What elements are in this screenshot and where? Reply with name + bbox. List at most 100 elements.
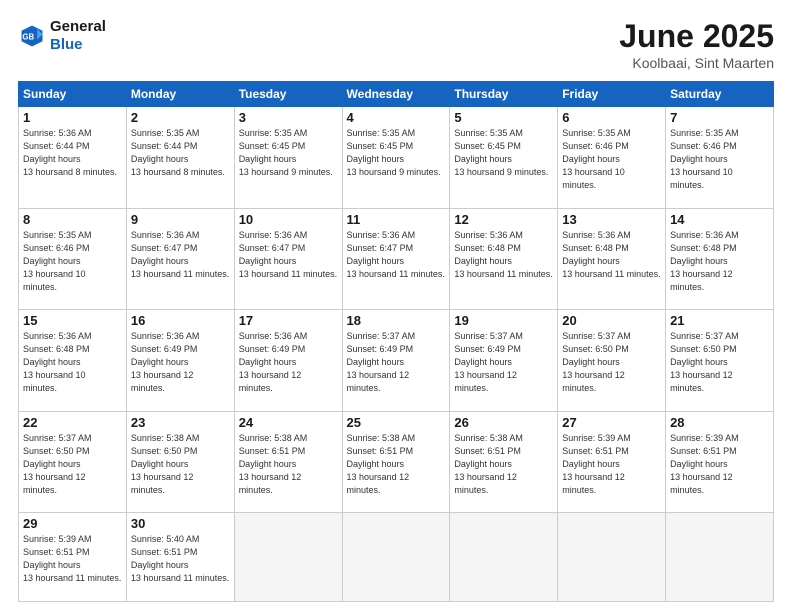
day-number: 6 [562,110,661,125]
day-info: Sunrise: 5:39 AMSunset: 6:51 PMDaylight … [23,533,122,585]
day-number: 3 [239,110,338,125]
day-number: 7 [670,110,769,125]
col-thursday: Thursday [450,82,558,107]
day-info: Sunrise: 5:38 AMSunset: 6:51 PMDaylight … [454,432,553,497]
table-row: 10Sunrise: 5:36 AMSunset: 6:47 PMDayligh… [234,208,342,310]
day-number: 5 [454,110,553,125]
month-title: June 2025 [619,18,774,55]
logo: GB General Blue [18,18,106,54]
day-info: Sunrise: 5:38 AMSunset: 6:51 PMDaylight … [347,432,446,497]
table-row [450,513,558,602]
page: GB General Blue June 2025 Koolbaai, Sint… [0,0,792,612]
calendar-header-row: Sunday Monday Tuesday Wednesday Thursday… [19,82,774,107]
day-number: 9 [131,212,230,227]
day-number: 27 [562,415,661,430]
day-info: Sunrise: 5:37 AMSunset: 6:49 PMDaylight … [454,330,553,395]
day-info: Sunrise: 5:36 AMSunset: 6:48 PMDaylight … [562,229,661,281]
table-row: 3 Sunrise: 5:35 AMSunset: 6:45 PMDaylight… [234,107,342,209]
day-info: Sunrise: 5:35 AMSunset: 6:45 PMDaylight … [347,127,446,179]
day-number: 17 [239,313,338,328]
col-wednesday: Wednesday [342,82,450,107]
day-info: Sunrise: 5:35 AMSunset: 6:45 PMDaylight … [239,127,338,179]
day-number: 25 [347,415,446,430]
day-info: Sunrise: 5:37 AMSunset: 6:49 PMDaylight … [347,330,446,395]
table-row [558,513,666,602]
day-number: 16 [131,313,230,328]
day-info: Sunrise: 5:36 AMSunset: 6:49 PMDaylight … [131,330,230,395]
day-info: Sunrise: 5:36 AMSunset: 6:47 PMDaylight … [347,229,446,281]
day-number: 15 [23,313,122,328]
calendar-week-row: 15Sunrise: 5:36 AMSunset: 6:48 PMDayligh… [19,310,774,412]
header: GB General Blue June 2025 Koolbaai, Sint… [18,18,774,71]
table-row: 30Sunrise: 5:40 AMSunset: 6:51 PMDayligh… [126,513,234,602]
day-number: 18 [347,313,446,328]
table-row: 19 Sunrise: 5:37 AMSunset: 6:49 PMDayligh… [450,310,558,412]
table-row: 4 Sunrise: 5:35 AMSunset: 6:45 PMDaylight… [342,107,450,209]
logo-icon: GB [18,22,46,50]
col-saturday: Saturday [666,82,774,107]
location: Koolbaai, Sint Maarten [619,55,774,71]
day-info: Sunrise: 5:38 AMSunset: 6:50 PMDaylight … [131,432,230,497]
day-number: 8 [23,212,122,227]
col-monday: Monday [126,82,234,107]
day-number: 19 [454,313,553,328]
table-row: 22 Sunrise: 5:37 AMSunset: 6:50 PMDayligh… [19,411,127,513]
table-row: 5 Sunrise: 5:35 AMSunset: 6:45 PMDaylight… [450,107,558,209]
day-info: Sunrise: 5:35 AMSunset: 6:45 PMDaylight … [454,127,553,179]
day-number: 11 [347,212,446,227]
calendar-week-row: 29Sunrise: 5:39 AMSunset: 6:51 PMDayligh… [19,513,774,602]
day-number: 24 [239,415,338,430]
table-row: 2 Sunrise: 5:35 AMSunset: 6:44 PMDaylight… [126,107,234,209]
day-info: Sunrise: 5:36 AMSunset: 6:44 PMDaylight … [23,127,122,179]
day-info: Sunrise: 5:37 AMSunset: 6:50 PMDaylight … [23,432,122,497]
table-row: 29Sunrise: 5:39 AMSunset: 6:51 PMDayligh… [19,513,127,602]
day-number: 30 [131,516,230,531]
table-row: 8Sunrise: 5:35 AMSunset: 6:46 PMDaylight… [19,208,127,310]
calendar-week-row: 1Sunrise: 5:36 AMSunset: 6:44 PMDaylight… [19,107,774,209]
day-number: 22 [23,415,122,430]
table-row: 25 Sunrise: 5:38 AMSunset: 6:51 PMDayligh… [342,411,450,513]
col-friday: Friday [558,82,666,107]
col-sunday: Sunday [19,82,127,107]
day-info: Sunrise: 5:39 AMSunset: 6:51 PMDaylight … [562,432,661,497]
table-row: 24 Sunrise: 5:38 AMSunset: 6:51 PMDayligh… [234,411,342,513]
table-row: 1Sunrise: 5:36 AMSunset: 6:44 PMDaylight… [19,107,127,209]
table-row: 9 Sunrise: 5:36 AMSunset: 6:47 PMDaylight… [126,208,234,310]
table-row: 17 Sunrise: 5:36 AMSunset: 6:49 PMDayligh… [234,310,342,412]
table-row: 15Sunrise: 5:36 AMSunset: 6:48 PMDayligh… [19,310,127,412]
day-number: 12 [454,212,553,227]
day-info: Sunrise: 5:37 AMSunset: 6:50 PMDaylight … [670,330,769,395]
table-row: 23 Sunrise: 5:38 AMSunset: 6:50 PMDayligh… [126,411,234,513]
table-row: 16 Sunrise: 5:36 AMSunset: 6:49 PMDayligh… [126,310,234,412]
day-info: Sunrise: 5:35 AMSunset: 6:46 PMDaylight … [562,127,661,192]
table-row: 12Sunrise: 5:36 AMSunset: 6:48 PMDayligh… [450,208,558,310]
table-row [666,513,774,602]
table-row: 11 Sunrise: 5:36 AMSunset: 6:47 PMDayligh… [342,208,450,310]
table-row: 14Sunrise: 5:36 AMSunset: 6:48 PMDayligh… [666,208,774,310]
logo-text: General Blue [50,18,106,54]
col-tuesday: Tuesday [234,82,342,107]
day-info: Sunrise: 5:35 AMSunset: 6:44 PMDaylight … [131,127,230,179]
day-info: Sunrise: 5:36 AMSunset: 6:47 PMDaylight … [239,229,338,281]
table-row: 18 Sunrise: 5:37 AMSunset: 6:49 PMDayligh… [342,310,450,412]
calendar-week-row: 8Sunrise: 5:35 AMSunset: 6:46 PMDaylight… [19,208,774,310]
day-info: Sunrise: 5:38 AMSunset: 6:51 PMDaylight … [239,432,338,497]
day-info: Sunrise: 5:36 AMSunset: 6:49 PMDaylight … [239,330,338,395]
day-number: 4 [347,110,446,125]
day-info: Sunrise: 5:36 AMSunset: 6:47 PMDaylight … [131,229,230,281]
calendar-week-row: 22 Sunrise: 5:37 AMSunset: 6:50 PMDayligh… [19,411,774,513]
day-number: 2 [131,110,230,125]
day-info: Sunrise: 5:37 AMSunset: 6:50 PMDaylight … [562,330,661,395]
table-row: 20Sunrise: 5:37 AMSunset: 6:50 PMDayligh… [558,310,666,412]
day-number: 14 [670,212,769,227]
day-number: 28 [670,415,769,430]
day-number: 21 [670,313,769,328]
table-row: 13Sunrise: 5:36 AMSunset: 6:48 PMDayligh… [558,208,666,310]
day-info: Sunrise: 5:39 AMSunset: 6:51 PMDaylight … [670,432,769,497]
svg-text:GB: GB [22,33,34,42]
calendar-table: Sunday Monday Tuesday Wednesday Thursday… [18,81,774,602]
table-row: 21 Sunrise: 5:37 AMSunset: 6:50 PMDayligh… [666,310,774,412]
day-number: 26 [454,415,553,430]
table-row: 28 Sunrise: 5:39 AMSunset: 6:51 PMDayligh… [666,411,774,513]
day-number: 23 [131,415,230,430]
